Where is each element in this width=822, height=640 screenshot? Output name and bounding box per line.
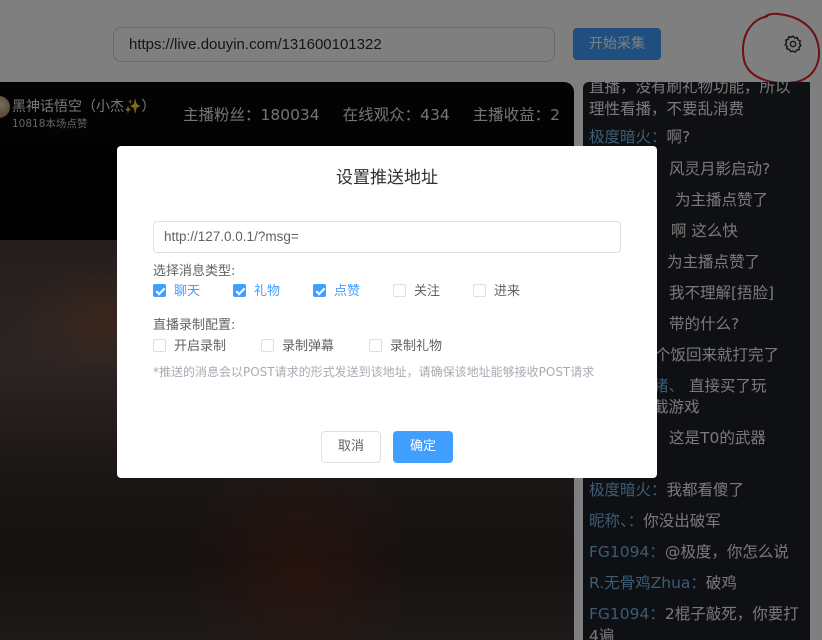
message-type-label: 选择消息类型: <box>153 264 236 279</box>
checkbox-box <box>153 284 166 297</box>
push-address-dialog: 设置推送地址 http://127.0.0.1/?msg= 选择消息类型: 聊天… <box>117 146 657 478</box>
checkbox-box <box>369 339 382 352</box>
checkbox-chat[interactable]: 聊天 <box>153 283 200 301</box>
checkbox-label: 进来 <box>494 284 521 299</box>
checkbox-record-gift[interactable]: 录制礼物 <box>369 338 442 356</box>
checkbox-follow[interactable]: 关注 <box>393 283 440 301</box>
record-config-label: 直播录制配置: <box>153 318 236 333</box>
checkbox-label: 开启录制 <box>174 339 227 354</box>
checkbox-enter[interactable]: 进来 <box>473 283 520 301</box>
post-note: *推送的消息会以POST请求的形式发送到该地址，请确保该地址能够接收POST请求 <box>153 365 595 379</box>
checkbox-box <box>393 284 406 297</box>
checkbox-label: 礼物 <box>254 284 281 299</box>
checkbox-like[interactable]: 点赞 <box>313 283 360 301</box>
checkbox-box <box>153 339 166 352</box>
cancel-button[interactable]: 取消 <box>321 431 381 463</box>
checkbox-label: 点赞 <box>334 284 361 299</box>
checkbox-box <box>261 339 274 352</box>
checkbox-label: 录制弹幕 <box>282 339 335 354</box>
checkbox-enable-record[interactable]: 开启录制 <box>153 338 226 356</box>
dialog-title: 设置推送地址 <box>336 168 438 188</box>
confirm-button[interactable]: 确定 <box>393 431 453 463</box>
checkbox-gift[interactable]: 礼物 <box>233 283 280 301</box>
checkbox-label: 录制礼物 <box>390 339 443 354</box>
checkbox-record-danmaku[interactable]: 录制弹幕 <box>261 338 334 356</box>
push-address-input[interactable]: http://127.0.0.1/?msg= <box>153 221 621 253</box>
checkbox-box <box>233 284 246 297</box>
checkbox-label: 聊天 <box>174 284 201 299</box>
checkbox-box <box>473 284 486 297</box>
checkbox-label: 关注 <box>414 284 441 299</box>
checkbox-box <box>313 284 326 297</box>
